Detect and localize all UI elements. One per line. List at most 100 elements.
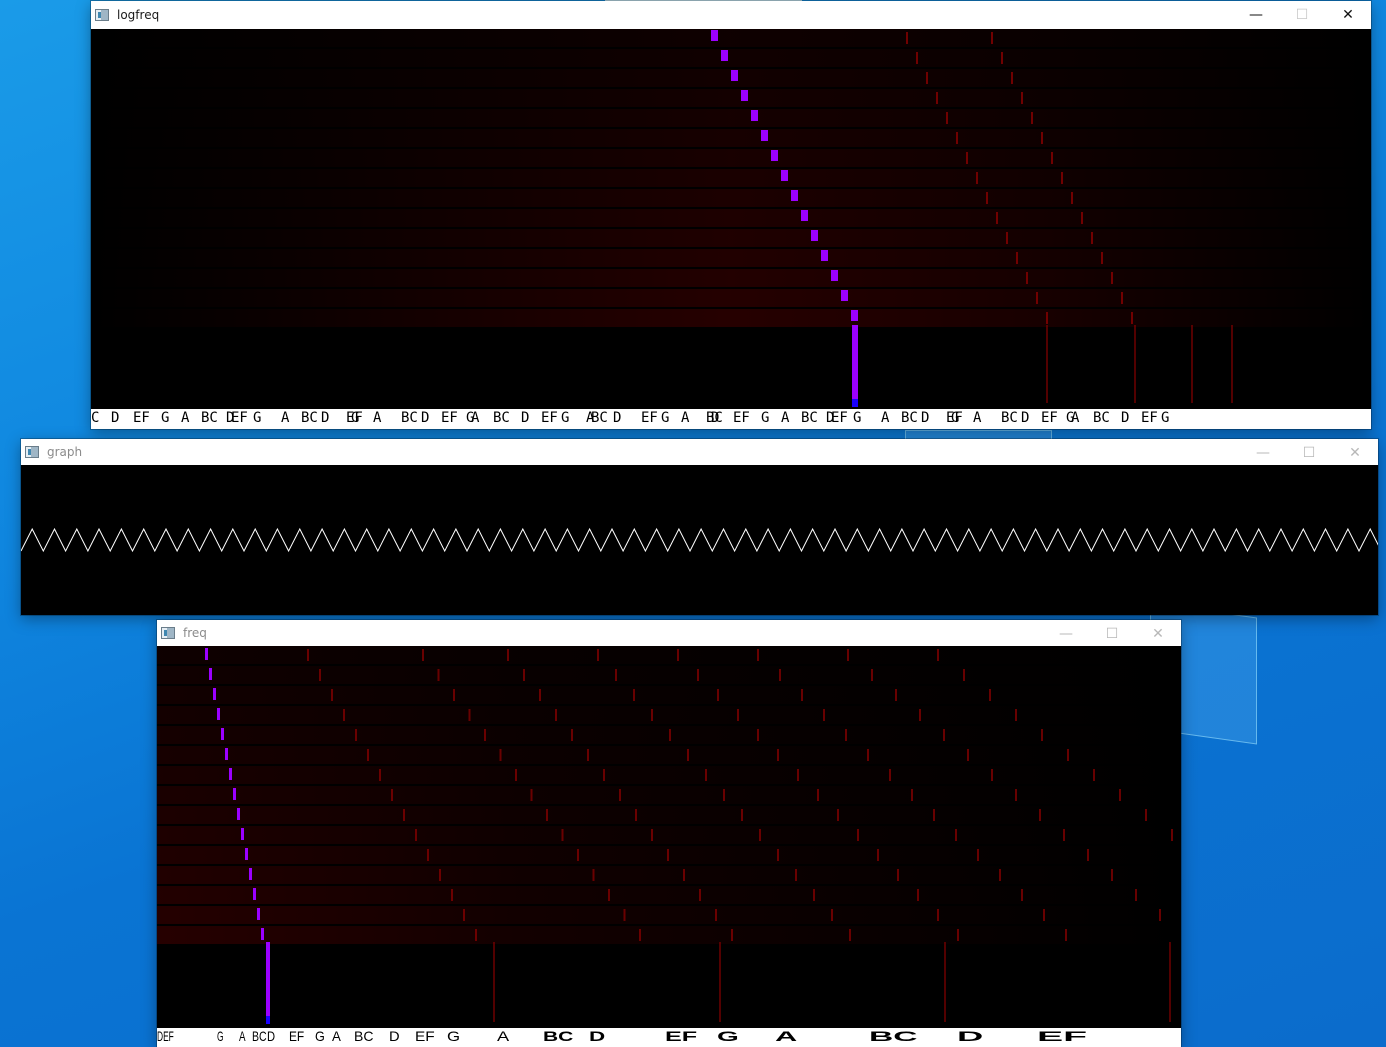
fundamental-peak <box>781 170 788 181</box>
harmonic-mark <box>1159 909 1161 921</box>
harmonic-mark <box>1071 192 1073 204</box>
fundamental-peak <box>721 50 728 61</box>
note-label: EF <box>441 410 458 426</box>
harmonic-mark <box>877 849 879 861</box>
harmonic-mark <box>991 32 993 44</box>
harmonic-mark <box>823 709 825 721</box>
minimize-icon[interactable]: — <box>1233 1 1279 29</box>
freq-window[interactable]: freq — ☐ ✕ DEF G A BC D EF G A BC D EF G A BC D EF G A BC D… <box>157 620 1181 1047</box>
maximize-icon[interactable]: ☐ <box>1286 439 1332 467</box>
note-label: BC <box>801 410 818 426</box>
harmonic-mark <box>1031 112 1033 124</box>
note-label: BC <box>354 1028 374 1044</box>
harmonic-mark <box>1036 292 1038 304</box>
harmonic-mark <box>759 829 761 841</box>
close-icon[interactable]: ✕ <box>1325 1 1371 29</box>
harmonic-mark <box>757 649 759 661</box>
logfreq-window[interactable]: logfreq — ☐ ✕ C D EF G A BC D EF G A BC D EF G A BC D EF G… <box>91 1 1371 429</box>
note-label: EF <box>641 410 658 426</box>
note-label: G <box>217 1028 224 1044</box>
fundamental-peak <box>237 808 240 820</box>
window-title: freq <box>183 626 207 640</box>
note-label: A <box>1071 410 1080 426</box>
minimize-icon[interactable]: — <box>1240 439 1286 467</box>
note-label: DEF <box>157 1028 174 1044</box>
harmonic-mark <box>919 709 921 721</box>
glow-band <box>91 109 1371 127</box>
fundamental-peak <box>253 888 256 900</box>
fundamental-peak <box>225 748 228 760</box>
glow-band <box>157 666 1181 684</box>
glow-band <box>91 89 1371 107</box>
harmonic-mark <box>355 729 357 741</box>
harmonic-mark <box>897 869 899 881</box>
harmonic-mark <box>1011 72 1013 84</box>
glow-band <box>91 229 1371 247</box>
harmonic-mark <box>677 649 679 661</box>
harmonic-mark <box>577 849 579 861</box>
note-label: G <box>761 410 770 426</box>
fundamental-peak <box>771 150 778 161</box>
note-label: A <box>181 410 190 426</box>
harmonic-mark <box>757 729 759 741</box>
harmonic-mark <box>946 112 948 124</box>
harmonic-mark <box>1087 849 1089 861</box>
note-label: EF <box>665 1028 698 1044</box>
maximize-icon[interactable]: ☐ <box>1089 620 1135 648</box>
glow-band <box>157 686 1181 704</box>
logfreq-titlebar[interactable]: logfreq — ☐ ✕ <box>91 1 1371 29</box>
harmonic-mark <box>697 669 699 681</box>
harmonic-mark <box>705 769 707 781</box>
harmonic-line <box>1046 325 1048 403</box>
freq-spectrogram <box>157 646 1181 1047</box>
note-label: BC <box>591 410 608 426</box>
note-label: D <box>267 1028 276 1044</box>
harmonic-mark <box>817 789 819 801</box>
note-label: D <box>921 410 930 426</box>
minimize-icon[interactable]: — <box>1043 620 1089 648</box>
harmonic-mark <box>319 669 321 681</box>
harmonic-mark <box>1061 172 1063 184</box>
glow-band <box>91 169 1371 187</box>
close-icon[interactable]: ✕ <box>1135 620 1181 648</box>
logfreq-spectrogram-canvas <box>91 29 1371 407</box>
graph-window[interactable]: graph — ☐ ✕ <box>21 439 1378 615</box>
harmonic-mark <box>937 649 939 661</box>
maximize-icon[interactable]: ☐ <box>1279 1 1325 29</box>
harmonic-mark <box>916 52 918 64</box>
harmonic-mark <box>619 789 621 801</box>
graph-titlebar[interactable]: graph — ☐ ✕ <box>21 439 1378 465</box>
harmonic-mark <box>651 829 653 841</box>
glow-band <box>157 886 1181 904</box>
glow-band <box>157 646 1181 664</box>
note-label: C <box>91 410 100 426</box>
harmonic-mark <box>451 889 453 901</box>
note-label: EF <box>231 410 248 426</box>
harmonic-mark <box>307 649 309 661</box>
freq-titlebar[interactable]: freq — ☐ ✕ <box>157 620 1181 646</box>
harmonic-mark <box>608 889 610 901</box>
harmonic-mark <box>1016 252 1018 264</box>
glow-band <box>157 926 1181 944</box>
harmonic-mark <box>1043 909 1045 921</box>
harmonic-mark <box>717 689 719 701</box>
note-label: BC <box>252 1028 267 1044</box>
harmonic-mark <box>484 729 486 741</box>
harmonic-mark <box>530 789 533 801</box>
note-label: A <box>681 410 690 426</box>
note-label: EF <box>831 410 848 426</box>
glow-band <box>91 269 1371 287</box>
harmonic-mark <box>813 889 815 901</box>
harmonic-mark <box>1081 212 1083 224</box>
harmonic-mark <box>515 769 517 781</box>
glow-band <box>157 706 1181 724</box>
harmonic-mark <box>936 92 938 104</box>
harmonic-mark <box>957 929 959 941</box>
fundamental-peak <box>233 788 236 800</box>
close-icon[interactable]: ✕ <box>1332 439 1378 467</box>
harmonic-mark <box>603 769 605 781</box>
note-label: D <box>613 410 622 426</box>
fundamental-peak <box>831 270 838 281</box>
harmonic-mark <box>917 889 919 901</box>
fundamental-peak <box>711 30 718 41</box>
